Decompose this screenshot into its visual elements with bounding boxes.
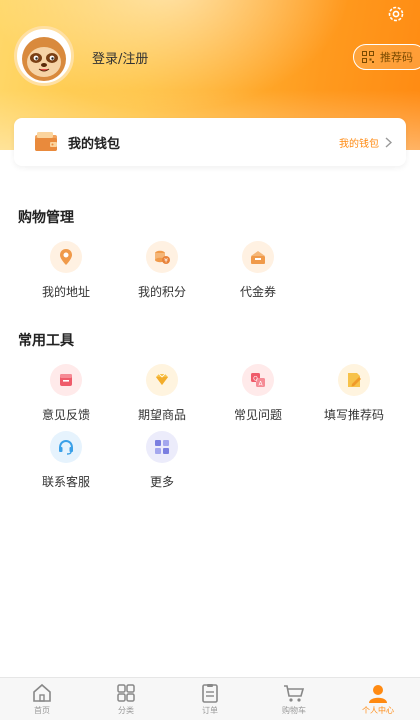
bottom-tab-bar: 首页 分类 订单 购物车 个人中心: [0, 677, 420, 720]
svg-text:¥: ¥: [164, 258, 168, 265]
category-icon: [117, 684, 135, 702]
tools-section-title: 常用工具: [18, 333, 74, 349]
feedback-item[interactable]: 意见反馈: [18, 364, 114, 423]
tab-home-label: 首页: [34, 706, 50, 715]
sloth-avatar-icon: [22, 37, 66, 81]
edit-referral-icon: [338, 364, 370, 396]
wallet-title: 我的钱包: [68, 136, 121, 152]
location-icon: [50, 241, 82, 273]
voucher-icon: [242, 241, 274, 273]
points-icon: ¥: [146, 241, 178, 273]
enter-referral-item[interactable]: 填写推荐码: [306, 364, 402, 423]
wallet-link-label: 我的钱包: [339, 138, 379, 150]
tab-cart[interactable]: 购物车: [252, 678, 336, 720]
login-register-link[interactable]: 登录/注册: [92, 48, 148, 67]
wishlist-label: 期望商品: [137, 408, 186, 422]
svg-text:Q: Q: [253, 376, 258, 383]
tab-cart-label: 购物车: [282, 706, 306, 715]
my-address-label: 我的地址: [41, 285, 90, 299]
diamond-icon: [146, 364, 178, 396]
wallet-card[interactable]: 我的钱包 我的钱包: [14, 118, 406, 166]
enter-referral-label: 填写推荐码: [323, 408, 384, 422]
home-icon: [33, 683, 51, 702]
order-icon: [202, 684, 218, 703]
tab-profile-label: 个人中心: [362, 706, 394, 715]
customer-service-label: 联系客服: [41, 475, 90, 489]
tab-orders[interactable]: 订单: [168, 678, 252, 720]
shopping-section-title: 购物管理: [18, 210, 74, 226]
voucher-label: 代金券: [239, 285, 276, 299]
my-points-item[interactable]: ¥ 我的积分: [114, 241, 210, 300]
wallet-link[interactable]: 我的钱包: [339, 135, 392, 150]
faq-label: 常见问题: [233, 408, 282, 422]
faq-icon: Q A: [242, 364, 274, 396]
avatar[interactable]: [14, 26, 74, 86]
more-item[interactable]: 更多: [114, 431, 210, 490]
my-address-item[interactable]: 我的地址: [18, 241, 114, 300]
tab-category-label: 分类: [118, 706, 134, 715]
referral-code-button[interactable]: 推荐码: [353, 44, 420, 70]
tab-category[interactable]: 分类: [84, 678, 168, 720]
cart-icon: [284, 685, 305, 702]
wallet-icon: [35, 132, 57, 151]
tab-home[interactable]: 首页: [0, 678, 84, 720]
more-label: 更多: [149, 475, 174, 489]
referral-code-label: 推荐码: [380, 51, 413, 64]
qr-code-icon: [362, 51, 374, 63]
my-points-label: 我的积分: [137, 285, 186, 299]
gear-icon[interactable]: [386, 4, 406, 24]
profile-icon: [369, 685, 387, 703]
wishlist-item[interactable]: 期望商品: [114, 364, 210, 423]
tab-orders-label: 订单: [202, 706, 218, 715]
customer-service-item[interactable]: 联系客服: [18, 431, 114, 490]
faq-item[interactable]: Q A 常见问题: [210, 364, 306, 423]
feedback-label: 意见反馈: [41, 408, 90, 422]
more-grid-icon: [146, 431, 178, 463]
feedback-icon: [50, 364, 82, 396]
chevron-right-icon: [385, 136, 392, 148]
tab-profile[interactable]: 个人中心: [336, 678, 420, 720]
headset-icon: [50, 431, 82, 463]
voucher-item[interactable]: 代金券: [210, 241, 306, 300]
